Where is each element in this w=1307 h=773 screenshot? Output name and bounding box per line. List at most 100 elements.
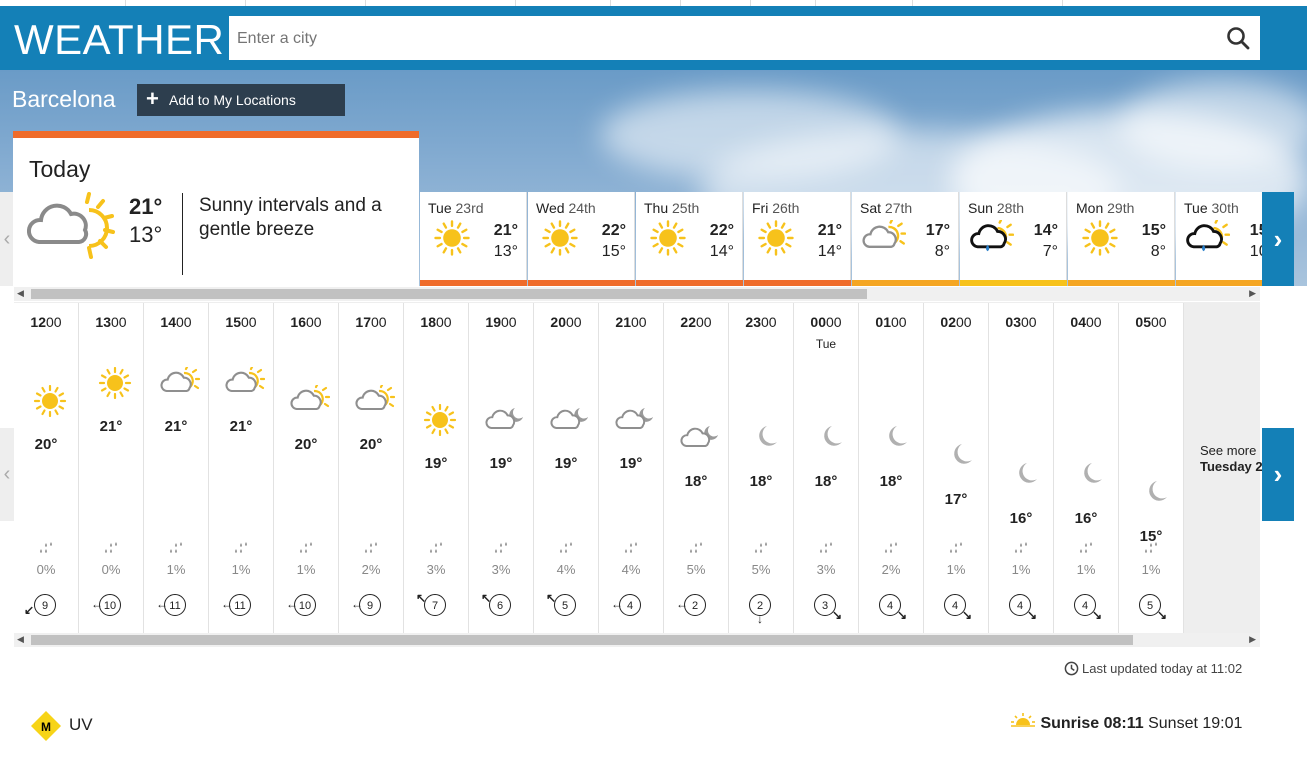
plus-icon: + [146, 86, 159, 111]
wind-direction-arrow: ← [156, 597, 168, 611]
cloudsun-icon [290, 384, 331, 411]
days-scrollbar[interactable]: ◀ ▶ [14, 287, 1260, 301]
sunrise-time: 08:11 [1103, 715, 1144, 732]
rain-chance: 1% [231, 562, 251, 577]
day-temp-bar [960, 280, 1067, 286]
hour-time: 2100 [615, 314, 647, 330]
uv-label: UV [69, 715, 93, 734]
day-tab-dom: 28th [996, 200, 1025, 216]
day-temp-bar [636, 280, 743, 286]
rain-drops-icon [885, 542, 897, 553]
hour-column[interactable]: 0000 Tue 18° 3% 3 ↘ [794, 303, 859, 634]
hour-column[interactable]: 2000 19° 4% 5 ↖ [534, 303, 599, 634]
see-more-panel[interactable]: See more Tuesday 2 [1184, 302, 1263, 633]
prev-hours-arrow[interactable]: ‹ [0, 428, 14, 521]
rain-chance: 5% [751, 562, 771, 577]
day-tab-6[interactable]: Mon 29th 15° 8° [1068, 192, 1175, 286]
day-tab-4[interactable]: Sat 27th 17° 8° [852, 192, 959, 286]
hours-scrollbar[interactable]: ◀ ▶ [14, 633, 1260, 647]
day-tab-2[interactable]: Thu 25th 22° 14° [636, 192, 743, 286]
sunset-time: 19:01 [1202, 715, 1243, 732]
hour-temperature: 18° [684, 472, 708, 490]
hour-column[interactable]: 1800 19° 3% 7 ↖ [404, 303, 469, 634]
rain-drops-icon [560, 542, 572, 553]
hour-time: 1300 [95, 314, 127, 330]
day-tabs: Tue 23rd 21° 13° Wed 24th 22° 15° Thu 25th 22° 1… [420, 192, 1283, 286]
next-days-button[interactable]: › [1262, 192, 1294, 286]
wind-speed: 6 [489, 594, 511, 616]
hour-time: 2000 [550, 314, 582, 330]
hour-column[interactable]: 0500 15° 1% 5 ↘ [1119, 303, 1184, 634]
hour-time: 0200 [940, 314, 972, 330]
cloudsun-icon [862, 219, 907, 248]
hour-column[interactable]: 2100 19° 4% 4 ← [599, 303, 664, 634]
day-tab-low: 8° [1150, 243, 1166, 260]
see-more-label: See more [1200, 443, 1257, 458]
moon-icon [954, 444, 972, 464]
hour-temperature: 19° [619, 454, 643, 472]
today-panel[interactable]: Today 21° 13° Sunny intervals and a gent… [13, 131, 419, 293]
day-tab-high: 22° [709, 222, 734, 239]
hour-column[interactable]: 1400 21° 1% 11 ← [144, 303, 209, 634]
day-tab-1[interactable]: Wed 24th 22° 15° [528, 192, 635, 286]
rain-drops-icon [105, 542, 117, 553]
hour-temperature: 21° [229, 418, 253, 435]
sun-icon [98, 366, 132, 400]
last-updated: Last updated today at 11:02 [1064, 661, 1242, 676]
search-icon[interactable] [1226, 26, 1250, 50]
search-input[interactable] [229, 16, 1219, 62]
day-tab-low: 15° [601, 243, 626, 260]
wind-direction-arrow: ↙ [24, 603, 35, 617]
prev-day-arrow[interactable]: ‹ [0, 192, 14, 286]
add-to-locations-button[interactable]: + Add to My Locations [137, 84, 345, 116]
rain-icon [970, 219, 1015, 252]
hour-column[interactable]: 2300 18° 5% 2 ↓ [729, 303, 794, 634]
uv-badge[interactable]: M [30, 710, 62, 747]
rain-drops-icon [690, 542, 702, 553]
hour-column[interactable]: 2200 18° 5% 2 ← [664, 303, 729, 634]
wind-direction-arrow: ↖ [546, 591, 557, 605]
wind-speed: 7 [424, 594, 446, 616]
hour-temperature: 19° [424, 454, 448, 472]
hour-column[interactable]: 0300 16° 1% 4 ↘ [989, 303, 1054, 634]
hour-column[interactable]: 1500 21° 1% 11 ← [209, 303, 274, 634]
rain-drops-icon [170, 542, 182, 553]
cloudsun-icon [160, 365, 201, 393]
hour-time: 1400 [160, 314, 192, 330]
rain-chance: 2% [881, 562, 901, 577]
day-tab-dow: Tue [428, 200, 452, 216]
rain-chance: 1% [296, 562, 316, 577]
sunset-label: Sunset [1148, 715, 1198, 732]
hour-time: 2200 [680, 314, 712, 330]
hour-column[interactable]: 0400 16° 1% 4 ↘ [1054, 303, 1119, 634]
day-tab-0[interactable]: Tue 23rd 21° 13° [420, 192, 527, 286]
cloudmoon-icon [680, 425, 718, 447]
wind-speed: 9 [34, 594, 56, 616]
weather-logo[interactable]: WEATHER [14, 16, 224, 64]
sunrise-icon [1011, 713, 1035, 727]
day-tab-low: 14° [817, 243, 842, 260]
rain-icon [1186, 219, 1231, 252]
rain-drops-icon [1080, 542, 1092, 553]
day-tab-low: 8° [934, 243, 950, 260]
hour-column[interactable]: 1900 19° 3% 6 ↖ [469, 303, 534, 634]
sun-times: Sunrise 08:11 Sunset 19:01 [1010, 712, 1242, 733]
rain-drops-icon [820, 542, 832, 553]
hour-column[interactable]: 0200 17° 1% 4 ↘ [924, 303, 989, 634]
rain-chance: 4% [621, 562, 641, 577]
cloudmoon-icon [615, 407, 653, 429]
wind-direction-arrow: ↘ [1092, 608, 1103, 622]
hour-column[interactable]: 1300 21° 0% 10 ← [79, 303, 144, 634]
hour-column[interactable]: 0100 18° 2% 4 ↘ [859, 303, 924, 634]
hour-temperature: 18° [814, 472, 838, 490]
day-tab-dom: 30th [1211, 200, 1239, 216]
hour-column[interactable]: 1700 20° 2% 9 ← [339, 303, 404, 634]
hour-column[interactable]: 1200 20° 0% 9 ↙ [14, 303, 79, 634]
day-tab-date: Tue 23rd [428, 200, 484, 216]
rain-chance: 3% [426, 562, 446, 577]
next-hours-button[interactable]: › [1262, 428, 1294, 521]
day-tab-3[interactable]: Fri 26th 21° 14° [744, 192, 851, 286]
hour-column[interactable]: 1600 20° 1% 10 ← [274, 303, 339, 634]
day-tab-5[interactable]: Sun 28th 14° 7° [960, 192, 1067, 286]
day-tab-high: 15° [1141, 222, 1166, 239]
